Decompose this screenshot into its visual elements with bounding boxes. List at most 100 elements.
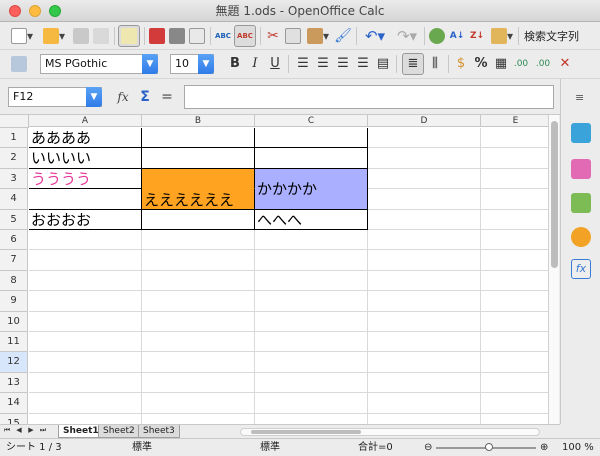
cell-b8[interactable] bbox=[142, 270, 255, 292]
sort-ascending-button[interactable]: A↓ bbox=[448, 26, 466, 46]
cell-d5[interactable] bbox=[368, 209, 481, 230]
cell-a14[interactable] bbox=[29, 393, 142, 414]
name-box[interactable]: F12 ▼ bbox=[8, 87, 102, 107]
cell-c9[interactable] bbox=[255, 291, 368, 312]
select-all-corner[interactable] bbox=[0, 115, 29, 128]
cell-c2[interactable] bbox=[255, 148, 368, 169]
align-left-button[interactable]: ☰ bbox=[294, 54, 312, 74]
undo-button[interactable]: ↶ ▾ bbox=[360, 26, 390, 46]
number-format-button[interactable]: ▦ bbox=[492, 54, 510, 74]
row-header-6[interactable]: 6 bbox=[0, 230, 28, 251]
new-document-button[interactable]: ▾ bbox=[8, 26, 36, 46]
horizontal-scroll-thumb[interactable] bbox=[251, 430, 361, 434]
zoom-in-icon[interactable]: ⊕ bbox=[540, 439, 548, 456]
cell-e15[interactable] bbox=[481, 414, 550, 424]
cell-e1[interactable] bbox=[481, 128, 550, 149]
functions-icon[interactable]: fx bbox=[571, 259, 591, 279]
zoom-slider-handle[interactable] bbox=[485, 443, 493, 451]
cell-d7[interactable] bbox=[368, 250, 481, 271]
chevron-down-icon[interactable]: ▼ bbox=[86, 87, 102, 107]
cell-c10[interactable] bbox=[255, 311, 368, 332]
cell-a7[interactable] bbox=[29, 250, 142, 271]
cell-d8[interactable] bbox=[368, 270, 481, 292]
insert-mode[interactable]: 標準 bbox=[260, 439, 280, 456]
cell-b13[interactable] bbox=[142, 372, 255, 394]
cell-a5[interactable]: おおおお bbox=[29, 209, 142, 230]
auto-spellcheck-button[interactable]: ABC bbox=[234, 25, 256, 47]
row-header-4[interactable]: 4 bbox=[0, 189, 28, 210]
spreadsheet-grid[interactable]: A B C D E 1 ああああ 2 いいいい 3 うううう 4 5 おおおお へへへ 6 7 8 9 10 11 12 1… bbox=[0, 115, 550, 424]
font-size-combo[interactable]: 10 ▼ bbox=[170, 54, 214, 74]
row-header-13[interactable]: 13 bbox=[0, 372, 28, 394]
row-header-9[interactable]: 9 bbox=[0, 291, 28, 312]
cell-b3[interactable] bbox=[142, 168, 255, 190]
function-wizard-button[interactable]: 𝑓x bbox=[114, 87, 132, 107]
italic-button[interactable]: I bbox=[246, 54, 264, 74]
clear-format-button[interactable]: ✕ bbox=[556, 54, 574, 74]
row-header-2[interactable]: 2 bbox=[0, 148, 28, 169]
bold-button[interactable]: B bbox=[226, 54, 244, 74]
cell-a13[interactable] bbox=[29, 372, 142, 394]
cell-d6[interactable] bbox=[368, 230, 481, 251]
zoom-out-icon[interactable]: ⊖ bbox=[424, 439, 432, 456]
email-button[interactable] bbox=[92, 26, 110, 46]
row-header-5[interactable]: 5 bbox=[0, 209, 28, 230]
align-center-button[interactable]: ☰ bbox=[314, 54, 332, 74]
function-button[interactable]: = bbox=[158, 87, 176, 107]
cell-e8[interactable] bbox=[481, 271, 550, 292]
cell-d12[interactable] bbox=[368, 352, 481, 373]
formula-input[interactable] bbox=[184, 85, 554, 109]
open-button[interactable]: ▾ bbox=[40, 26, 68, 46]
cell-c7[interactable] bbox=[255, 250, 368, 271]
cell-d1[interactable] bbox=[368, 128, 481, 149]
cell-c1[interactable] bbox=[255, 128, 368, 149]
justify-button[interactable]: ☰ bbox=[354, 54, 372, 74]
tab-sheet3[interactable]: Sheet3 bbox=[138, 425, 180, 438]
print-button[interactable] bbox=[168, 26, 186, 46]
chevron-down-icon[interactable]: ▼ bbox=[142, 54, 158, 74]
page-style[interactable]: 標準 bbox=[132, 439, 152, 456]
cell-c15[interactable] bbox=[255, 413, 368, 424]
cell-e10[interactable] bbox=[481, 312, 550, 332]
cell-e5[interactable] bbox=[481, 210, 550, 230]
cell-a9[interactable] bbox=[29, 291, 142, 312]
paste-button[interactable]: ▾ bbox=[304, 26, 332, 46]
sidebar-menu-icon[interactable]: ≡ bbox=[575, 91, 584, 104]
first-sheet-icon[interactable]: ⏮ bbox=[2, 426, 12, 435]
cell-c6[interactable] bbox=[255, 230, 368, 251]
cell-a2[interactable]: いいいい bbox=[29, 148, 142, 169]
merge-cells-button[interactable]: ▤ bbox=[374, 54, 392, 74]
tab-sheet1[interactable]: Sheet1 bbox=[58, 425, 104, 438]
cell-b7[interactable] bbox=[142, 250, 255, 271]
insert-chart-button[interactable]: ▾ bbox=[488, 26, 516, 46]
cell-b12[interactable] bbox=[142, 352, 255, 373]
cell-c8[interactable] bbox=[255, 270, 368, 292]
styles-formatting-icon[interactable] bbox=[571, 159, 591, 179]
column-header-a[interactable]: A bbox=[29, 115, 142, 127]
cell-e3[interactable] bbox=[481, 169, 550, 190]
vertical-scrollbar[interactable] bbox=[548, 115, 559, 424]
chevron-down-icon[interactable]: ▼ bbox=[198, 54, 214, 74]
cell-d9[interactable] bbox=[368, 291, 481, 312]
cell-c14[interactable] bbox=[255, 393, 368, 414]
add-decimal-button[interactable]: .00 bbox=[512, 54, 530, 74]
cell-d14[interactable] bbox=[368, 393, 481, 414]
cell-c13[interactable] bbox=[255, 372, 368, 394]
next-sheet-icon[interactable]: ▶ bbox=[26, 426, 36, 434]
row-header-10[interactable]: 10 bbox=[0, 311, 28, 332]
navigator-icon[interactable] bbox=[571, 227, 591, 247]
percent-button[interactable]: % bbox=[472, 54, 490, 74]
close-window-button[interactable] bbox=[9, 5, 21, 17]
cell-b4[interactable]: ええええええ bbox=[142, 189, 255, 210]
delete-decimal-button[interactable]: .00 bbox=[534, 54, 552, 74]
cell-e4[interactable] bbox=[481, 189, 550, 210]
cell-b14[interactable] bbox=[142, 393, 255, 414]
minimize-window-button[interactable] bbox=[29, 5, 41, 17]
cell-d11[interactable] bbox=[368, 332, 481, 353]
cell-e13[interactable] bbox=[481, 373, 550, 394]
sum-button[interactable]: Σ bbox=[136, 87, 154, 107]
row-header-1[interactable]: 1 bbox=[0, 128, 28, 149]
cell-a10[interactable] bbox=[29, 311, 142, 332]
cell-d15[interactable] bbox=[368, 413, 481, 424]
save-button[interactable] bbox=[72, 26, 90, 46]
